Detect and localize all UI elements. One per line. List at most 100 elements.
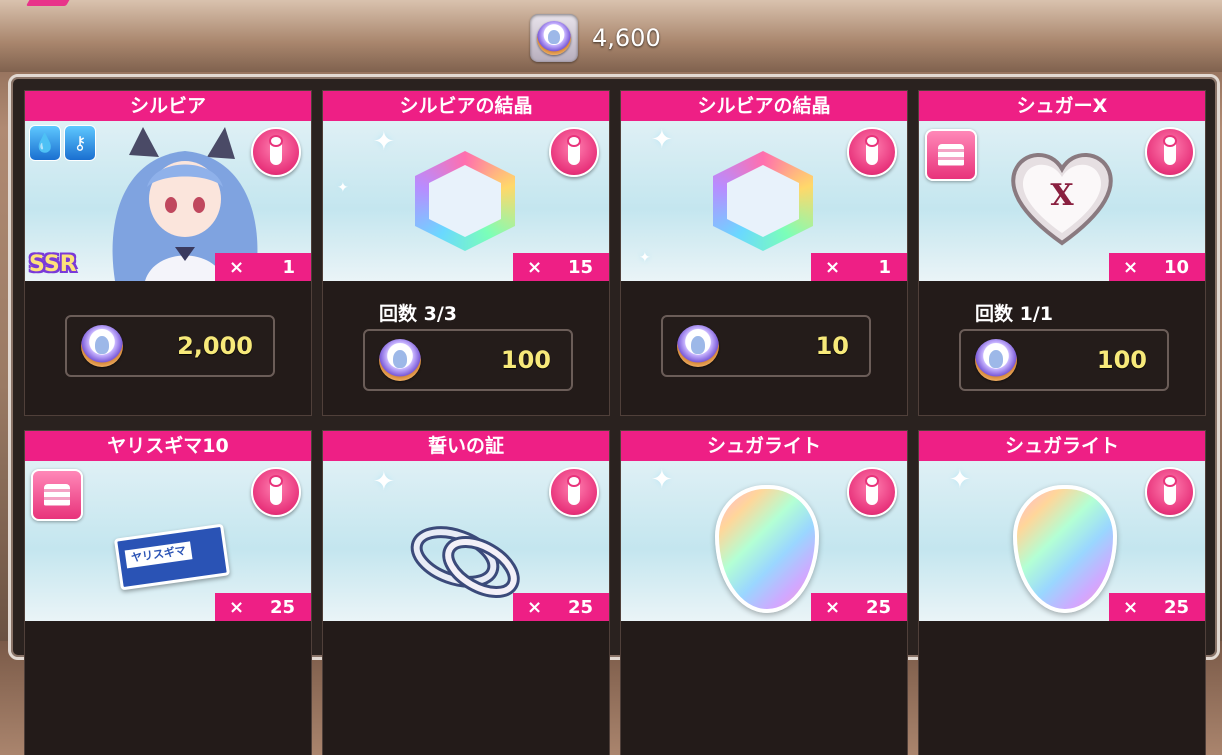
quantity-value: 1 <box>282 256 295 278</box>
gem-icon <box>1013 485 1117 613</box>
info-button[interactable] <box>847 467 897 517</box>
price-value: 100 <box>500 346 551 374</box>
quantity-badge: × 1 <box>811 253 907 281</box>
card-title: シルビアの結晶 <box>621 91 907 121</box>
card-bottom: 回数 3/3 100 <box>323 281 609 415</box>
card-title: 誓いの証 <box>323 431 609 461</box>
price-button[interactable]: 10 <box>661 315 871 377</box>
crystal-icon <box>415 151 515 251</box>
info-button[interactable] <box>549 467 599 517</box>
quantity-value: 25 <box>269 596 295 618</box>
card-image: ✦ ✦ × 1 <box>621 121 907 281</box>
purchase-count: 回数 3/3 <box>379 303 457 325</box>
sparkle-icon: ✦ <box>651 125 673 155</box>
currency-icon-box <box>530 14 578 62</box>
character-coin-icon <box>537 21 571 55</box>
character-coin-icon <box>677 325 719 367</box>
price-value: 2,000 <box>177 332 253 360</box>
purchase-count: 回数 1/1 <box>975 303 1053 325</box>
info-icon <box>568 137 580 165</box>
currency-display: 4,600 <box>530 14 661 62</box>
card-bottom: 2,000 <box>25 281 311 415</box>
price-value: 100 <box>1096 346 1147 374</box>
price-button[interactable]: 100 <box>959 329 1169 391</box>
character-coin-icon <box>379 339 421 381</box>
sparkle-icon: ✦ <box>373 467 395 497</box>
shop-card[interactable]: シュガライト ✦ × 25 <box>919 431 1205 755</box>
card-title: シュガライト <box>919 431 1205 461</box>
info-button[interactable] <box>847 127 897 177</box>
shop-card[interactable]: 誓いの証 ✦ × 25 <box>323 431 609 755</box>
shop-card[interactable]: シルビア 💧 ⚷ SSR × 1 2,000 <box>25 91 311 415</box>
price-button[interactable]: 2,000 <box>65 315 275 377</box>
cake-icon <box>31 469 83 521</box>
card-title: シルビアの結晶 <box>323 91 609 121</box>
element-icons: 💧 ⚷ <box>29 125 96 161</box>
heart-candy-icon: X <box>1011 153 1113 246</box>
info-icon <box>568 477 580 505</box>
card-bottom: 回数 1/1 100 <box>919 281 1205 415</box>
info-button[interactable] <box>549 127 599 177</box>
quantity-badge: × 1 <box>215 253 311 281</box>
sparkle-icon: ✦ <box>337 180 349 196</box>
card-image: ヤリスギマ × 25 <box>25 461 311 621</box>
card-image: ✦ ✦ × 15 <box>323 121 609 281</box>
sparkle-icon: ✦ <box>651 465 673 495</box>
card-title: シュガーX <box>919 91 1205 121</box>
menu-tab-corner[interactable] <box>25 0 75 6</box>
rarity-badge: SSR <box>29 252 77 277</box>
info-icon <box>866 137 878 165</box>
quantity-value: 1 <box>878 256 891 278</box>
quantity-value: 25 <box>865 596 891 618</box>
info-button[interactable] <box>1145 127 1195 177</box>
quantity-value: 10 <box>1163 256 1189 278</box>
medicine-label: ヤリスギマ <box>124 541 193 569</box>
card-image: X × 10 <box>919 121 1205 281</box>
shop-card[interactable]: シルビアの結晶 ✦ ✦ × 1 10 <box>621 91 907 415</box>
card-bottom: 10 <box>621 281 907 415</box>
quantity-badge: × 25 <box>1109 593 1205 621</box>
card-image: ✦ × 25 <box>323 461 609 621</box>
card-image: ✦ × 25 <box>919 461 1205 621</box>
rings-icon <box>410 526 520 598</box>
water-drop-icon: 💧 <box>29 125 61 161</box>
medicine-box-icon: ヤリスギマ <box>113 523 231 591</box>
currency-amount: 4,600 <box>592 24 661 52</box>
quantity-value: 25 <box>567 596 593 618</box>
key-icon: ⚷ <box>64 125 96 161</box>
character-coin-icon <box>975 339 1017 381</box>
card-title: シルビア <box>25 91 311 121</box>
info-icon <box>1164 137 1176 165</box>
quantity-badge: × 25 <box>215 593 311 621</box>
shop-card[interactable]: ヤリスギマ10 ヤリスギマ × 25 <box>25 431 311 755</box>
info-button[interactable] <box>251 127 301 177</box>
top-bar: 4,600 <box>0 0 1222 72</box>
info-icon <box>1164 477 1176 505</box>
sparkle-icon: ✦ <box>639 250 651 266</box>
info-icon <box>866 477 878 505</box>
shop-card[interactable]: シルビアの結晶 ✦ ✦ × 15 回数 3/3 100 <box>323 91 609 415</box>
info-button[interactable] <box>1145 467 1195 517</box>
price-value: 10 <box>815 332 849 360</box>
shop-card[interactable]: シュガライト ✦ × 25 <box>621 431 907 755</box>
gem-icon <box>715 485 819 613</box>
card-image: 💧 ⚷ SSR × 1 <box>25 121 311 281</box>
price-button[interactable]: 100 <box>363 329 573 391</box>
character-coin-icon <box>81 325 123 367</box>
quantity-badge: × 10 <box>1109 253 1205 281</box>
crystal-icon <box>713 151 813 251</box>
quantity-badge: × 25 <box>513 593 609 621</box>
card-image: ✦ × 25 <box>621 461 907 621</box>
sparkle-icon: ✦ <box>373 127 395 157</box>
info-icon <box>270 477 282 505</box>
card-title: ヤリスギマ10 <box>25 431 311 461</box>
info-icon <box>270 137 282 165</box>
shop-panel: シルビア 💧 ⚷ SSR × 1 2,000 シルビアの結晶 ✦ ✦ × 15 … <box>8 74 1220 755</box>
shop-card[interactable]: シュガーX X × 10 回数 1/1 100 <box>919 91 1205 415</box>
quantity-badge: × 15 <box>513 253 609 281</box>
cake-icon <box>925 129 977 181</box>
info-button[interactable] <box>251 467 301 517</box>
quantity-badge: × 25 <box>811 593 907 621</box>
quantity-value: 15 <box>567 256 593 278</box>
sparkle-icon: ✦ <box>949 465 971 495</box>
